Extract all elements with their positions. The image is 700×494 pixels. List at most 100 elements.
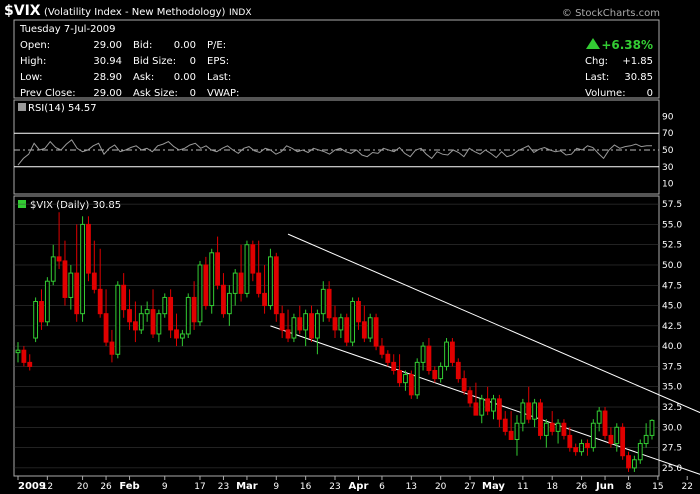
candle bbox=[467, 390, 473, 404]
candle bbox=[156, 313, 162, 335]
candle bbox=[326, 288, 332, 319]
candle bbox=[314, 313, 320, 339]
rsi-ytick: 30 bbox=[662, 163, 674, 173]
candle bbox=[449, 341, 455, 363]
xtick-label: 17 bbox=[194, 482, 205, 492]
candle bbox=[543, 422, 549, 436]
prev-close-value: 29.00 bbox=[93, 88, 122, 99]
bid-size-label: Bid Size: bbox=[133, 56, 176, 67]
price-ytick: 30.0 bbox=[662, 423, 682, 433]
candle bbox=[268, 256, 273, 307]
price-ytick: 52.5 bbox=[662, 241, 682, 251]
candle bbox=[496, 398, 502, 420]
candle bbox=[250, 244, 256, 274]
candle bbox=[549, 422, 555, 432]
high-label: High: bbox=[20, 56, 46, 67]
vix-chart: $VIX (Volatility Index - New Methodology… bbox=[4, 3, 700, 492]
bid-label: Bid: bbox=[133, 40, 152, 51]
xtick-label: 27 bbox=[464, 482, 475, 492]
candle bbox=[197, 264, 203, 323]
candle bbox=[338, 317, 344, 331]
xtick-label: 26 bbox=[100, 482, 112, 492]
low-label: Low: bbox=[20, 72, 43, 83]
candle bbox=[414, 361, 420, 396]
low-value: 28.90 bbox=[93, 72, 122, 83]
candle bbox=[420, 345, 426, 363]
candle bbox=[291, 317, 297, 339]
candle bbox=[203, 264, 209, 307]
candle bbox=[262, 292, 267, 307]
candle bbox=[485, 398, 491, 412]
candle bbox=[555, 422, 561, 432]
candle bbox=[532, 402, 538, 420]
candle bbox=[91, 272, 97, 290]
candle bbox=[403, 374, 408, 384]
candle bbox=[109, 341, 115, 355]
price-ytick: 50.0 bbox=[662, 261, 682, 271]
candle bbox=[127, 309, 132, 323]
candle bbox=[373, 317, 379, 347]
candle bbox=[585, 443, 590, 449]
candle bbox=[397, 369, 402, 384]
candle bbox=[273, 256, 279, 315]
open-value: 29.00 bbox=[93, 40, 122, 51]
price-ytick: 57.5 bbox=[662, 200, 682, 210]
candle bbox=[33, 301, 39, 339]
change-percent: +6.38% bbox=[601, 38, 653, 52]
pe-label: P/E: bbox=[207, 40, 226, 51]
candle bbox=[631, 459, 637, 469]
candle bbox=[391, 361, 397, 371]
candle bbox=[174, 329, 179, 339]
prev-close-label: Prev Close: bbox=[20, 88, 76, 99]
xtick-label: 23 bbox=[329, 482, 340, 492]
price-ytick: 27.5 bbox=[662, 444, 682, 454]
candle bbox=[356, 301, 361, 323]
candle bbox=[303, 313, 309, 331]
candle bbox=[320, 288, 326, 315]
candle bbox=[614, 426, 620, 445]
exchange-label: INDX bbox=[229, 8, 251, 18]
candle bbox=[86, 223, 91, 274]
candle bbox=[244, 244, 250, 294]
xtick-label: 26 bbox=[576, 482, 588, 492]
candle bbox=[620, 426, 626, 457]
candle bbox=[162, 296, 168, 315]
candle bbox=[332, 317, 338, 331]
candle bbox=[426, 345, 432, 371]
chg-value: +1.85 bbox=[622, 56, 653, 67]
ask-size-label: Ask Size: bbox=[133, 88, 178, 99]
candle bbox=[473, 402, 479, 416]
last-label: Last: bbox=[585, 72, 609, 83]
candle bbox=[309, 313, 314, 339]
candle bbox=[590, 422, 596, 449]
price-title: $VIX (Daily) 30.85 bbox=[30, 200, 121, 211]
candle bbox=[608, 434, 614, 445]
candle bbox=[479, 398, 485, 416]
price-ytick: 45.0 bbox=[662, 302, 682, 312]
candle bbox=[226, 292, 232, 315]
xtick-label: Feb bbox=[119, 481, 139, 492]
candle bbox=[626, 455, 631, 469]
candle bbox=[179, 333, 185, 339]
quote-date: Tuesday 7-Jul-2009 bbox=[19, 24, 116, 35]
candle bbox=[103, 313, 109, 343]
xtick-label: 22 bbox=[681, 482, 692, 492]
x-axis: 200912 20 26 Feb 9 17 23 Mar 9 16 23 Apr 6 13 20 27 May 1… bbox=[17, 476, 693, 492]
candle bbox=[538, 402, 543, 436]
candle bbox=[74, 272, 80, 315]
candle bbox=[297, 317, 303, 331]
symbol-name: (Volatility Index - New Methodology) bbox=[44, 7, 226, 18]
candle bbox=[56, 256, 62, 262]
price-ytick: 55.0 bbox=[662, 220, 682, 230]
price-ytick: 40.0 bbox=[662, 342, 682, 352]
candle bbox=[514, 422, 520, 440]
candle bbox=[132, 321, 138, 331]
candle bbox=[21, 349, 27, 363]
candle bbox=[643, 434, 649, 445]
candle bbox=[379, 345, 385, 355]
xtick-label: 9 bbox=[162, 482, 168, 492]
price-ytick: 37.5 bbox=[662, 362, 682, 372]
candle bbox=[62, 260, 68, 298]
xtick-label: May bbox=[482, 481, 505, 492]
xtick-label: 16 bbox=[300, 482, 312, 492]
